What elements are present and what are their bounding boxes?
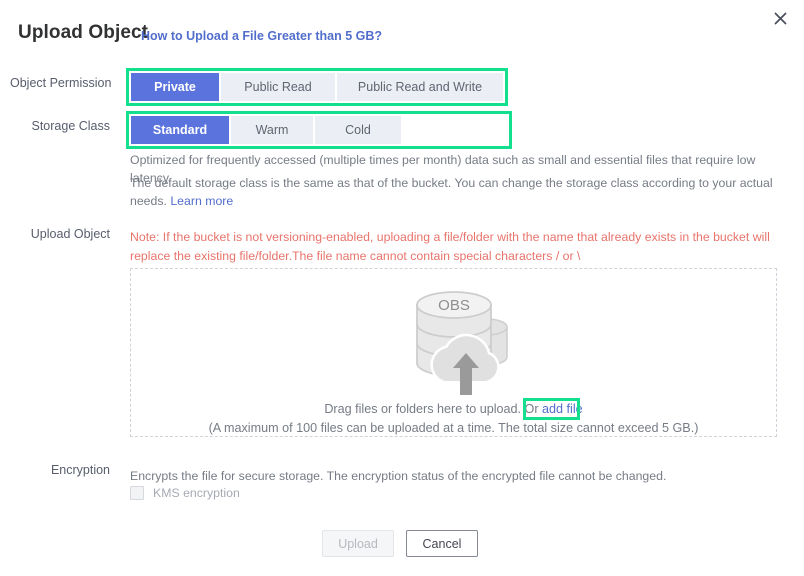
storage-class-segmented-control[interactable]: Standard Warm Cold xyxy=(131,116,401,144)
segment-public-read-and-write[interactable]: Public Read and Write xyxy=(337,73,503,101)
storage-class-note: The default storage class is the same as… xyxy=(130,174,778,210)
page-title: Upload Object xyxy=(18,22,149,43)
dialog-header: Upload Object How to Upload a File Great… xyxy=(0,0,804,56)
object-permission-segmented-control[interactable]: Private Public Read Public Read and Writ… xyxy=(131,73,503,101)
segment-public-read[interactable]: Public Read xyxy=(221,73,337,101)
storage-class-label: Storage Class xyxy=(31,119,110,133)
kms-encryption-checkbox[interactable] xyxy=(130,486,144,500)
object-permission-label: Object Permission xyxy=(10,76,112,90)
upload-object-dialog: Upload Object How to Upload a File Great… xyxy=(0,0,804,576)
kms-encryption-checkbox-row[interactable]: KMS encryption xyxy=(130,486,240,500)
segment-private[interactable]: Private xyxy=(131,73,221,101)
obs-cloud-upload-icon: OBS xyxy=(395,283,513,400)
upload-button[interactable]: Upload xyxy=(322,530,394,557)
learn-more-link[interactable]: Learn more xyxy=(170,194,233,208)
segment-standard[interactable]: Standard xyxy=(131,116,231,144)
kms-encryption-label: KMS encryption xyxy=(153,486,240,500)
segment-warm[interactable]: Warm xyxy=(231,116,315,144)
close-icon[interactable] xyxy=(768,6,792,30)
cancel-button[interactable]: Cancel xyxy=(406,530,478,557)
file-dropzone[interactable]: OBS Drag files or folders here to upload… xyxy=(130,268,777,437)
upload-object-warning: Note: If the bucket is not versioning-en… xyxy=(130,230,770,263)
add-file-link[interactable]: add file xyxy=(542,402,583,416)
encryption-description: Encrypts the file for secure storage. Th… xyxy=(130,469,667,483)
dropzone-instruction-text: Drag files or folders here to upload. Or xyxy=(324,402,543,416)
svg-text:OBS: OBS xyxy=(438,297,470,314)
dropzone-limits-text: (A maximum of 100 files can be uploaded … xyxy=(208,421,699,435)
dropzone-instruction-line: Drag files or folders here to upload. Or… xyxy=(131,402,776,416)
encryption-label: Encryption xyxy=(50,463,110,477)
upload-object-label: Upload Object xyxy=(30,227,110,241)
how-to-upload-link[interactable]: How to Upload a File Greater than 5 GB? xyxy=(141,29,382,43)
segment-cold[interactable]: Cold xyxy=(315,116,401,144)
